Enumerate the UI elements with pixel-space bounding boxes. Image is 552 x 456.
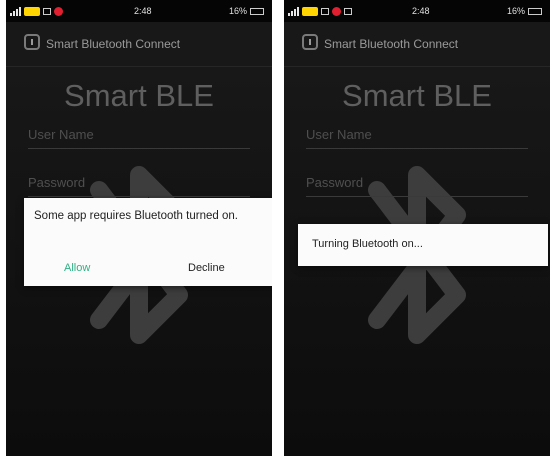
battery-icon: [528, 7, 542, 15]
signal-icon: [10, 6, 21, 16]
volte-badge-icon: [24, 6, 40, 16]
username-field[interactable]: [28, 120, 250, 149]
username-input[interactable]: [306, 120, 528, 148]
notification-icon: [321, 7, 329, 15]
username-field[interactable]: [306, 120, 528, 149]
notification-icon: [43, 7, 51, 15]
app-title: Smart Bluetooth Connect: [46, 37, 181, 51]
signal-icon: [288, 6, 299, 16]
bluetooth-app-icon: [302, 34, 318, 50]
status-time: 2:48: [134, 6, 152, 16]
battery-percent: 16%: [506, 6, 525, 16]
username-input[interactable]: [28, 120, 250, 148]
bluetooth-app-icon: [24, 34, 40, 50]
volte-badge-icon: [302, 6, 318, 16]
app-bar: Smart Bluetooth Connect: [6, 22, 272, 67]
page-title: Smart BLE: [64, 78, 214, 113]
bluetooth-progress-dialog: Turning Bluetooth on...: [298, 224, 548, 266]
decline-button[interactable]: Decline: [188, 262, 225, 274]
phone-screen-right: 2:48 16% Smart Bluetooth Connect Smart B…: [284, 0, 550, 456]
password-field[interactable]: [28, 168, 250, 197]
page-title: Smart BLE: [342, 78, 492, 113]
dialog-message: Some app requires Bluetooth turned on.: [34, 210, 238, 222]
notification-dot-icon: [332, 6, 341, 16]
password-input[interactable]: [28, 168, 250, 196]
status-bar: 2:48 16%: [284, 0, 550, 22]
notification-dot-icon: [54, 6, 63, 16]
battery-percent: 16%: [228, 6, 247, 16]
allow-button[interactable]: Allow: [64, 262, 90, 274]
password-input[interactable]: [306, 168, 528, 196]
battery-icon: [250, 7, 264, 15]
app-title: Smart Bluetooth Connect: [324, 37, 459, 51]
gallery-icon: [344, 7, 352, 15]
app-bar: Smart Bluetooth Connect: [284, 22, 550, 67]
phone-screen-left: 2:48 16% Smart Bluetooth Connect Smart B…: [6, 0, 272, 456]
status-time: 2:48: [412, 6, 430, 16]
password-field[interactable]: [306, 168, 528, 197]
dialog-message: Turning Bluetooth on...: [312, 238, 423, 250]
status-bar: 2:48 16%: [6, 0, 272, 22]
bluetooth-permission-dialog: Some app requires Bluetooth turned on. A…: [24, 198, 272, 286]
